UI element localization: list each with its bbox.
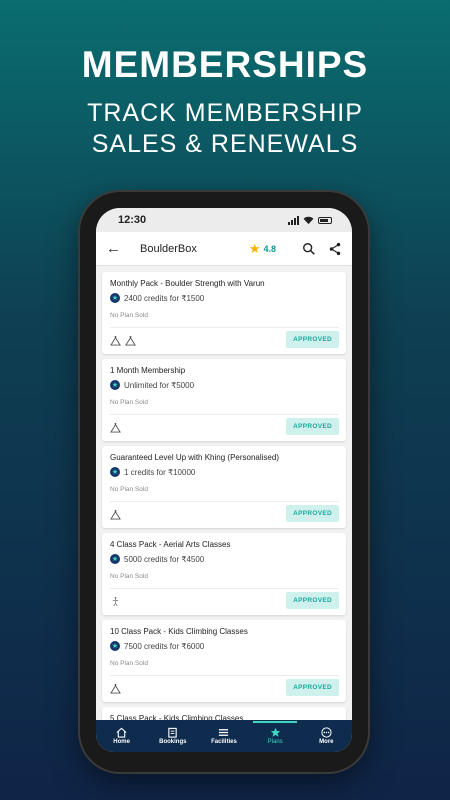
more-icon (321, 727, 332, 738)
credits-text: 7500 credits for ₹6000 (124, 641, 205, 651)
membership-card[interactable]: 1 Month Membership ★ Unlimited for ₹5000… (102, 359, 346, 441)
climbing-icon (125, 335, 136, 346)
credits-text: Unlimited for ₹5000 (124, 380, 195, 390)
membership-title: Guaranteed Level Up with Khing (Personal… (110, 453, 279, 462)
divider (110, 675, 339, 676)
membership-card[interactable]: 10 Class Pack - Kids Climbing Classes ★ … (102, 620, 346, 702)
membership-list: Monthly Pack - Boulder Strength with Var… (96, 266, 352, 737)
bookings-icon (168, 727, 177, 738)
approved-badge: APPROVED (286, 679, 339, 696)
membership-credits: ★ 2400 credits for ₹1500 (110, 293, 339, 303)
divider (110, 414, 339, 415)
membership-card[interactable]: Guaranteed Level Up with Khing (Personal… (102, 446, 346, 528)
wifi-icon (303, 216, 314, 224)
climbing-icon (110, 335, 121, 346)
credits-text: 2400 credits for ₹1500 (124, 293, 205, 303)
credits-star-icon: ★ (110, 641, 120, 651)
rating-star-icon: ★ (248, 240, 261, 256)
status-bar: 12:30 (96, 208, 352, 232)
membership-title: 4 Class Pack - Aerial Arts Classes (110, 540, 231, 549)
nav-bookings[interactable]: Bookings (148, 727, 198, 745)
rating-value: 4.8 (263, 243, 276, 254)
facility-icons (110, 596, 121, 607)
back-arrow-icon[interactable]: ← (106, 240, 126, 257)
credits-star-icon: ★ (110, 467, 120, 477)
membership-credits: ★ 7500 credits for ₹6000 (110, 641, 339, 651)
promo-subtitle: TRACK MEMBERSHIP SALES & RENEWALS (0, 98, 450, 160)
promo-subtitle-line2: SALES & RENEWALS (91, 130, 359, 158)
nav-plans[interactable]: Plans (250, 721, 300, 745)
nav-label: Facilities (211, 739, 237, 745)
divider (110, 501, 339, 502)
membership-credits: ★ 5000 credits for ₹4500 (110, 554, 339, 564)
nav-label: Bookings (159, 739, 187, 745)
credits-star-icon: ★ (110, 380, 120, 390)
home-icon (116, 727, 127, 738)
credits-text: 5000 credits for ₹4500 (124, 554, 205, 564)
membership-card[interactable]: 4 Class Pack - Aerial Arts Classes ★ 500… (102, 533, 346, 615)
divider (110, 327, 339, 328)
phone-screen: 12:30 ← BoulderBox ★ 4.8 Monthly Pack - … (96, 208, 352, 752)
approved-badge: APPROVED (286, 505, 339, 522)
credits-text: 1 credits for ₹10000 (124, 467, 196, 477)
bottom-nav: Home Bookings Facilities Plans More (96, 720, 352, 752)
climbing-icon (110, 422, 121, 433)
nav-more[interactable]: More (301, 727, 351, 745)
membership-title: 1 Month Membership (110, 366, 186, 375)
plan-sold-text: No Plan Sold (110, 399, 148, 406)
app-title: BoulderBox (140, 242, 197, 255)
approved-badge: APPROVED (286, 331, 339, 348)
membership-title: Monthly Pack - Boulder Strength with Var… (110, 279, 265, 288)
plan-sold-text: No Plan Sold (110, 573, 148, 580)
nav-facilities[interactable]: Facilities (199, 727, 249, 745)
share-icon[interactable] (328, 242, 342, 256)
climbing-icon (110, 509, 121, 520)
approved-badge: APPROVED (286, 418, 339, 435)
membership-title: 10 Class Pack - Kids Climbing Classes (110, 627, 248, 636)
nav-label: Home (113, 739, 130, 745)
plan-sold-text: No Plan Sold (110, 660, 148, 667)
divider (110, 588, 339, 589)
search-icon[interactable] (302, 242, 316, 256)
signal-icon (288, 215, 299, 225)
credits-star-icon: ★ (110, 554, 120, 564)
nav-home[interactable]: Home (97, 727, 147, 745)
rating[interactable]: ★ 4.8 (249, 241, 276, 257)
aerial-icon (112, 596, 119, 607)
facility-icons (110, 422, 121, 433)
battery-icon (318, 216, 332, 224)
membership-card[interactable]: Monthly Pack - Boulder Strength with Var… (102, 272, 346, 354)
app-bar: ← BoulderBox ★ 4.8 (96, 232, 352, 266)
credits-star-icon: ★ (110, 293, 120, 303)
approved-badge: APPROVED (286, 592, 339, 609)
plan-sold-text: No Plan Sold (110, 486, 148, 493)
nav-label: Plans (267, 739, 283, 745)
status-time: 12:30 (118, 214, 147, 226)
plan-sold-text: No Plan Sold (110, 312, 148, 319)
menu-icon (219, 729, 229, 736)
promo-title: MEMBERSHIPS (81, 44, 369, 85)
membership-credits: ★ Unlimited for ₹5000 (110, 380, 339, 390)
nav-label: More (319, 739, 334, 745)
facility-icons (110, 509, 121, 520)
facility-icons (110, 683, 121, 694)
promo-subtitle-line1: TRACK MEMBERSHIP (87, 99, 363, 127)
facility-icons (110, 335, 136, 346)
star-icon (270, 727, 280, 737)
climbing-icon (110, 683, 121, 694)
status-icons (288, 215, 332, 225)
membership-credits: ★ 1 credits for ₹10000 (110, 467, 339, 477)
